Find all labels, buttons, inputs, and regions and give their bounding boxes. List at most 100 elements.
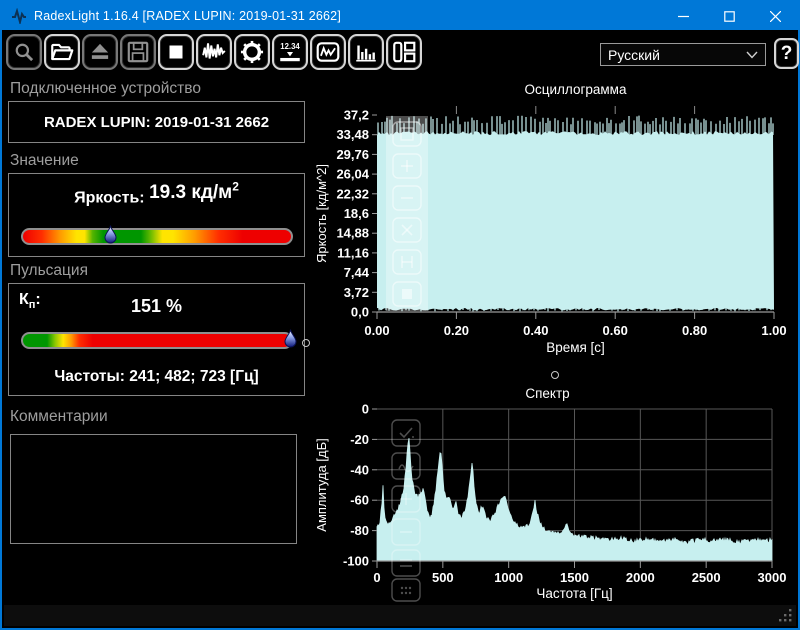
waveform-view-button[interactable] <box>310 34 346 70</box>
device-box: RADEX LUPIN: 2019-01-31 2662 <box>8 101 305 143</box>
language-value: Русский <box>608 46 660 63</box>
svg-text:Яркость [кд/м^2]: Яркость [кд/м^2] <box>314 164 329 263</box>
svg-text:0.40: 0.40 <box>523 323 548 338</box>
app-window: RadexLight 1.16.4 [RADEX LUPIN: 2019-01-… <box>0 0 800 630</box>
svg-text:0,0: 0,0 <box>351 305 369 320</box>
value-label: Яркость: <box>74 189 145 207</box>
language-select[interactable]: Русский <box>600 43 766 66</box>
close-button[interactable] <box>752 2 798 30</box>
title-bar: RadexLight 1.16.4 [RADEX LUPIN: 2019-01-… <box>2 2 798 30</box>
status-bar <box>4 605 796 626</box>
pulsation-scale-bar <box>21 332 293 349</box>
svg-text:3,72: 3,72 <box>344 285 369 300</box>
oscillogram-icon <box>202 43 226 59</box>
value-readout: Яркость: 19.3 кд/м2 <box>9 180 304 208</box>
svg-text:0: 0 <box>373 570 380 585</box>
zoom-tool-button[interactable] <box>6 34 42 70</box>
spectrum-bars-icon <box>356 45 376 62</box>
help-button[interactable]: ? <box>774 38 799 69</box>
svg-text:22,32: 22,32 <box>336 186 369 201</box>
window-controls <box>660 2 798 30</box>
chevron-down-icon <box>746 51 758 59</box>
value-marker-drop <box>104 225 117 244</box>
svg-text:-20: -20 <box>350 432 369 447</box>
svg-text:2500: 2500 <box>692 570 721 585</box>
svg-text:-100: -100 <box>343 554 369 569</box>
svg-text:11,16: 11,16 <box>337 245 369 260</box>
svg-text:1.00: 1.00 <box>761 323 786 338</box>
svg-text:26,04: 26,04 <box>336 167 369 182</box>
eject-icon <box>91 43 109 59</box>
save-button[interactable] <box>120 34 156 70</box>
stop-button[interactable] <box>158 34 194 70</box>
device-name: RADEX LUPIN: 2019-01-31 2662 <box>43 113 270 131</box>
close-icon <box>769 10 781 22</box>
window-title: RadexLight 1.16.4 [RADEX LUPIN: 2019-01-… <box>34 9 342 23</box>
oscillogram-series <box>377 131 774 311</box>
svg-text:-80: -80 <box>350 523 369 538</box>
svg-text:-40: -40 <box>350 462 369 477</box>
svg-text:Время [с]: Время [с] <box>546 340 605 355</box>
maximize-button[interactable] <box>706 2 752 30</box>
svg-text:Осциллограмма: Осциллограмма <box>525 82 627 97</box>
svg-text:3000: 3000 <box>758 570 787 585</box>
value-section-header: Значение <box>10 152 79 169</box>
pulsation-value: 151 % <box>130 296 183 316</box>
svg-text:12.34: 12.34 <box>280 42 300 51</box>
numeric-view-button[interactable]: 12.34 <box>272 34 308 70</box>
open-folder-icon <box>51 43 74 61</box>
svg-text:Амплитуда [дБ]: Амплитуда [дБ] <box>314 438 329 531</box>
comments-section-header: Комментарии <box>10 408 108 425</box>
svg-text:Спектр: Спектр <box>525 386 569 401</box>
svg-text:37,2: 37,2 <box>344 108 369 123</box>
numeric-display-icon: 12.34 <box>280 42 300 62</box>
waveform-box-icon <box>316 42 340 62</box>
resize-grip[interactable] <box>778 608 793 623</box>
toolbar: 12.34 <box>6 34 422 70</box>
spectrum-chart[interactable]: 0 -20 -40 -60 -80 -100 0 500 1000 1500 2000 2500 300… <box>312 385 792 602</box>
svg-text:0.20: 0.20 <box>444 323 469 338</box>
svg-text:7,44: 7,44 <box>344 265 370 280</box>
svg-text:29,76: 29,76 <box>336 147 369 162</box>
app-icon <box>12 8 26 24</box>
stop-icon <box>169 45 183 59</box>
gear-icon <box>240 40 264 64</box>
minimize-button[interactable] <box>660 2 706 30</box>
oscillogram-view-button[interactable] <box>196 34 232 70</box>
chart-overlay-toolbar[interactable] <box>386 116 428 311</box>
svg-text:2000: 2000 <box>626 570 655 585</box>
pulsation-frequencies: Частоты: 241; 482; 723 [Гц] <box>54 368 259 385</box>
open-file-button[interactable] <box>44 34 80 70</box>
device-section-header: Подключенное устройство <box>10 80 201 97</box>
value-scale-bar <box>21 228 293 245</box>
svg-text:-60: -60 <box>350 493 369 508</box>
magnifier-icon <box>15 43 34 62</box>
pulsation-handle-dot[interactable] <box>302 339 310 347</box>
spectrum-view-button[interactable] <box>348 34 384 70</box>
eject-button[interactable] <box>82 34 118 70</box>
pulsation-box: Кп: 151 % Частоты: 241; 482; 723 [Гц] <box>8 283 305 396</box>
svg-text:0: 0 <box>362 402 369 417</box>
svg-text:18,6: 18,6 <box>344 206 369 221</box>
comments-box <box>10 434 297 544</box>
save-icon <box>127 41 149 63</box>
pulsation-marker-drop <box>284 329 297 348</box>
svg-text:0.80: 0.80 <box>682 323 707 338</box>
pulsation-section-header: Пульсация <box>10 262 88 279</box>
svg-text:33,48: 33,48 <box>336 127 369 142</box>
svg-text:0.60: 0.60 <box>603 323 628 338</box>
layout-button[interactable] <box>386 34 422 70</box>
value-number: 19.3 кд/м2 <box>149 180 239 204</box>
chart-splitter-dot[interactable] <box>551 371 559 379</box>
svg-text:0.00: 0.00 <box>364 323 389 338</box>
oscillogram-chart[interactable]: Осциллограмма Яркость [кд/м^2] Время [с] 0,… <box>312 78 792 370</box>
minimize-icon <box>677 15 689 17</box>
maximize-icon <box>723 10 735 22</box>
layout-icon <box>393 41 416 63</box>
value-box: Яркость: 19.3 кд/м2 <box>8 173 305 257</box>
svg-text:1500: 1500 <box>560 570 589 585</box>
settings-button[interactable] <box>234 34 270 70</box>
comments-input[interactable] <box>11 435 296 543</box>
svg-text:14,88: 14,88 <box>336 226 369 241</box>
svg-text:500: 500 <box>432 570 454 585</box>
